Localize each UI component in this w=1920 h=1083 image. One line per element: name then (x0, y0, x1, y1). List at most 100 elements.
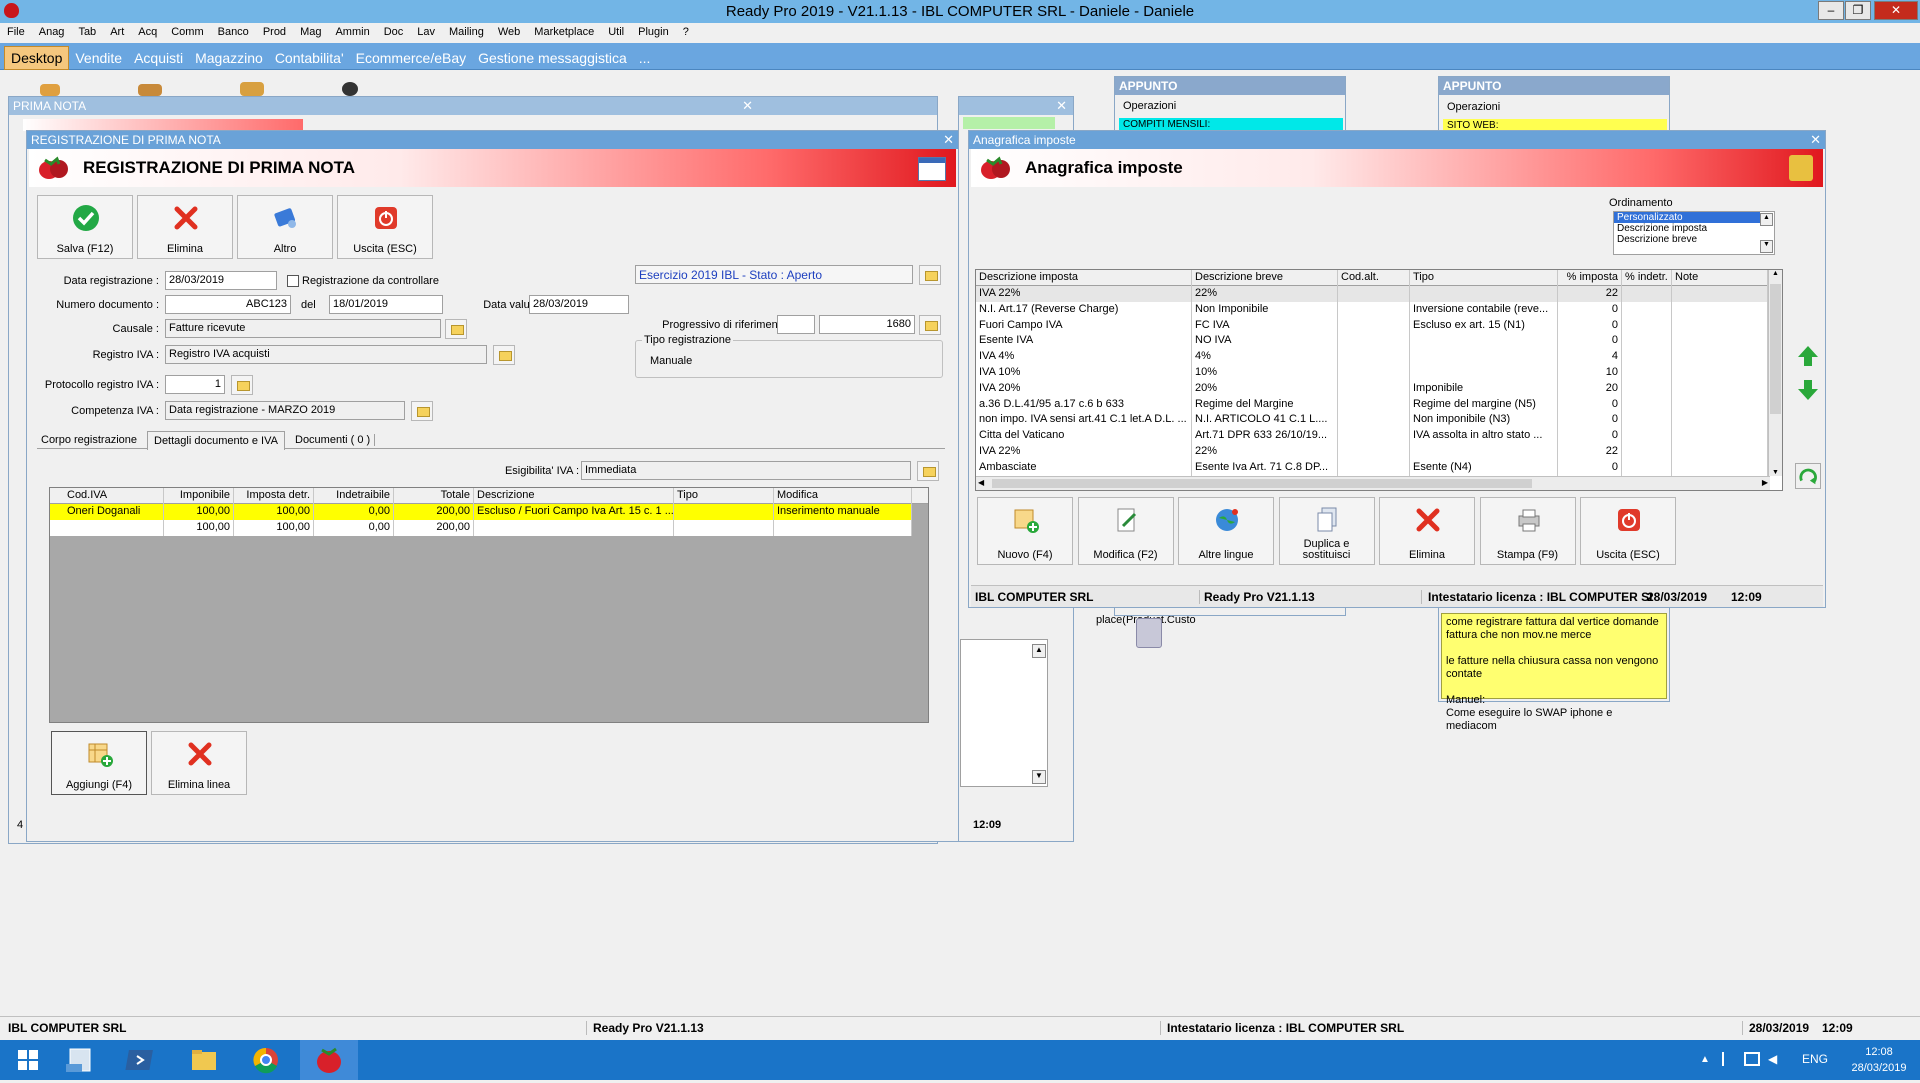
table-row[interactable]: Citta del Vaticano Art.71 DPR 633 26/10/1… (976, 428, 1770, 445)
menu-plugin[interactable]: Plugin (631, 23, 676, 38)
col-header[interactable]: Imponibile (164, 488, 234, 504)
horizontal-scrollbar[interactable]: ◀ ▶ (976, 476, 1770, 490)
col-header[interactable]: Descrizione (474, 488, 674, 504)
menu-ammin[interactable]: Ammin (328, 23, 376, 38)
refresh-arrow-icon[interactable] (1795, 463, 1821, 489)
menu-doc[interactable]: Doc (377, 23, 411, 38)
tab-ecommerce[interactable]: Ecommerce/eBay (350, 47, 472, 69)
causale-field[interactable]: Fatture ricevute (165, 319, 441, 338)
tab-corpo-registrazione[interactable]: Corpo registrazione (41, 434, 137, 446)
menu-lav[interactable]: Lav (410, 23, 442, 38)
imposte-button-4[interactable]: Elimina (1379, 497, 1475, 565)
tray-network-icon[interactable] (1744, 1052, 1760, 1066)
appunto-2-operazioni[interactable]: Operazioni (1447, 101, 1500, 113)
scroll-up-icon[interactable]: ▲ (1769, 270, 1782, 277)
table-row[interactable]: IVA 20% 20% Imponibile 20 (976, 380, 1770, 397)
imposte-button-6[interactable]: Uscita (ESC) (1580, 497, 1676, 565)
tab-messaggistica[interactable]: Gestione messaggistica (472, 47, 633, 69)
tab-magazzino[interactable]: Magazzino (189, 47, 269, 69)
competenza-field[interactable]: Data registrazione - MARZO 2019 (165, 401, 405, 420)
col-header[interactable]: Descrizione breve (1192, 270, 1338, 286)
menu-help[interactable]: ? (676, 23, 696, 38)
scroll-left-icon[interactable]: ◀ (978, 478, 984, 487)
desktop-users-icon[interactable] (138, 84, 162, 96)
minimize-button[interactable]: – (1818, 1, 1844, 20)
tab-acquisti[interactable]: Acquisti (128, 47, 189, 69)
uscita-button[interactable]: Uscita (ESC) (337, 195, 433, 259)
menu-banco[interactable]: Banco (211, 23, 256, 38)
col-header[interactable]: Cod.IVA (64, 488, 164, 504)
table-row[interactable]: IVA 22% 22% 22 (976, 286, 1770, 302)
menu-web[interactable]: Web (491, 23, 527, 38)
imposte-button-2[interactable]: Altre lingue (1178, 497, 1274, 565)
menu-mailing[interactable]: Mailing (442, 23, 491, 38)
menu-art[interactable]: Art (103, 23, 131, 38)
tray-chevron-icon[interactable]: ▲ (1700, 1054, 1710, 1065)
server-manager-icon[interactable] (58, 1044, 102, 1076)
altro-button[interactable]: Altro (237, 195, 333, 259)
registro-iva-folder-icon[interactable] (493, 345, 515, 365)
file-explorer-icon[interactable] (182, 1044, 226, 1076)
causale-folder-icon[interactable] (445, 319, 467, 339)
col-header[interactable]: Imposta detr. (234, 488, 314, 504)
imposte-button-1[interactable]: Modifica (F2) (1077, 497, 1174, 565)
elimina-linea-button[interactable]: Elimina linea (151, 731, 247, 795)
col-header[interactable]: % imposta (1558, 270, 1622, 286)
scroll-right-icon[interactable]: ▶ (1762, 478, 1768, 487)
chrome-icon[interactable] (244, 1044, 288, 1076)
iva-grid[interactable]: Cod.IVA Imponibile Imposta detr. Indetra… (49, 487, 929, 723)
col-header[interactable]: Note (1672, 270, 1768, 286)
scroll-up-icon[interactable]: ▲ (1032, 644, 1046, 658)
desktop-delivery-icon[interactable] (240, 82, 264, 96)
tray-flag-icon[interactable] (1722, 1052, 1736, 1066)
scroll-thumb[interactable] (1770, 284, 1781, 414)
calendar-icon[interactable] (918, 157, 946, 181)
col-header[interactable]: Totale (394, 488, 474, 504)
data-documento-field[interactable]: 18/01/2019 (329, 295, 443, 314)
numero-documento-field[interactable]: ABC123 (165, 295, 291, 314)
close-button[interactable]: ✕ (1874, 1, 1918, 20)
ready-pro-task-icon[interactable] (300, 1040, 358, 1080)
scroll-down-icon[interactable]: ▼ (1760, 240, 1773, 253)
scroll-script-icon[interactable] (1136, 618, 1162, 648)
progressivo-prefix-field[interactable] (777, 315, 815, 334)
col-header[interactable]: Tipo (674, 488, 774, 504)
tray-language[interactable]: ENG (1802, 1052, 1828, 1066)
scroll-down-icon[interactable]: ▼ (1769, 469, 1782, 476)
ordinamento-list[interactable]: Personalizzato Descrizione imposta Descr… (1613, 211, 1775, 255)
close-icon[interactable]: ✕ (742, 98, 753, 114)
data-valuta-field[interactable]: 28/03/2019 (529, 295, 629, 314)
vertical-scrollbar[interactable]: ▲ ▼ (1768, 270, 1782, 476)
esigibilita-folder-icon[interactable] (917, 461, 939, 481)
close-icon[interactable]: ✕ (943, 132, 954, 148)
close-icon[interactable]: ✕ (1810, 132, 1821, 148)
clipboard-icon[interactable] (1789, 155, 1813, 181)
scroll-down-icon[interactable]: ▼ (1032, 770, 1046, 784)
move-down-arrow-icon[interactable] (1795, 377, 1821, 403)
table-row[interactable]: non impo. IVA sensi art.41 C.1 let.A D.L… (976, 412, 1770, 429)
windows-start-icon[interactable] (6, 1044, 50, 1076)
move-up-arrow-icon[interactable] (1795, 343, 1821, 369)
scroll-thumb[interactable] (992, 479, 1532, 488)
col-header[interactable]: Cod.alt. (1338, 270, 1410, 286)
tab-desktop[interactable]: Desktop (4, 46, 70, 70)
da-controllare-checkbox[interactable] (287, 275, 299, 287)
powershell-icon[interactable] (120, 1044, 164, 1076)
table-row[interactable]: Esente IVA NO IVA 0 (976, 333, 1770, 350)
menu-marketplace[interactable]: Marketplace (527, 23, 601, 38)
menu-anag[interactable]: Anag (32, 23, 72, 38)
protocollo-folder-icon[interactable] (231, 375, 253, 395)
table-row[interactable]: Fuori Campo IVA FC IVA Escluso ex art. 15 … (976, 317, 1770, 334)
menu-comm[interactable]: Comm (164, 23, 210, 38)
close-icon[interactable]: ✕ (1056, 98, 1067, 114)
scroll-list[interactable]: ▲ ▼ (960, 639, 1048, 787)
table-row[interactable]: Oneri Doganali 100,00 100,00 0,00 200,00… (50, 504, 912, 520)
table-row[interactable]: IVA 4% 4% 4 (976, 349, 1770, 366)
col-header[interactable]: % indetr. (1622, 270, 1672, 286)
tab-contabilita[interactable]: Contabilita' (269, 47, 350, 69)
esigibilita-field[interactable]: Immediata (581, 461, 911, 480)
imposte-button-3[interactable]: Duplica e sostituisci (1278, 497, 1375, 565)
tab-more[interactable]: ... (633, 47, 657, 69)
salva-button[interactable]: Salva (F12) (37, 195, 133, 259)
menu-tab[interactable]: Tab (71, 23, 103, 38)
